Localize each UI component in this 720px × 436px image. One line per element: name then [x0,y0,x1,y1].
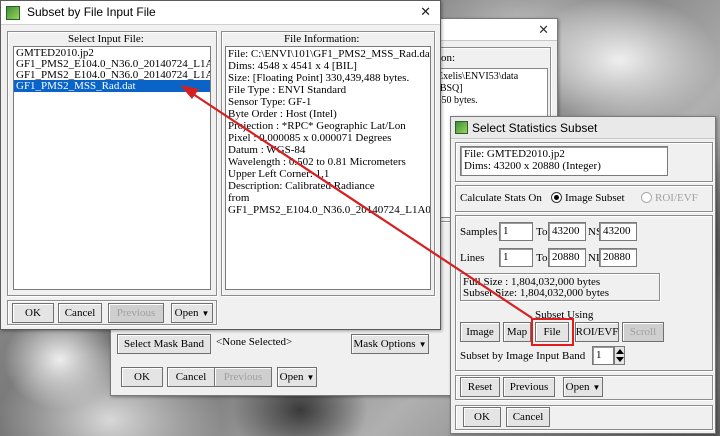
app-icon [455,121,468,134]
file-info-line: Upper Left Corner: 1,1 [228,168,330,180]
image-subset-label: Image Subset [565,192,625,204]
close-icon[interactable]: ✕ [420,4,431,20]
file-info-line: Sensor Type: GF-1 [228,96,312,108]
window-title: Select Statistics Subset [472,121,598,135]
stats-file-info: File: GMTED2010.jp2 Dims: 43200 x 20880 … [460,146,668,176]
file-info-line: Size: [Floating Point] 330,439,488 bytes… [228,72,410,84]
file-list-item-label: GF1_PMS2_MSS_Rad.dat [16,80,136,92]
subset-roi-button[interactable]: ROI/EVF [575,322,619,342]
previous-button[interactable]: Previous [108,303,164,323]
band-label: Subset by Image Input Band [460,350,586,362]
roi-evf-radio[interactable] [641,192,652,203]
ok-button[interactable]: OK [12,303,54,323]
reset-button[interactable]: Reset [460,377,500,397]
lines-to-input[interactable]: 20880 [548,248,586,267]
subset-size-text: Subset Size: 1,804,032,000 bytes [463,287,610,299]
file-info-line: GF1_PMS2_E104.0_N36.0_20140724_L1A000028… [228,204,431,216]
subset-image-button[interactable]: Image [460,322,500,342]
file-info-line: Datum : WGS-84 [228,144,306,156]
subset-map-button[interactable]: Map [503,322,531,342]
file-info-line: Projection : *RPC* Geographic Lat/Lon [228,120,406,132]
roi-evf-radio-label: ROI/EVF [655,192,698,204]
stats-titlebar: Select Statistics Subset [451,117,715,139]
open-label: Open [565,381,590,393]
file-info-line: Dims: 4548 x 4541 x 4 [BIL] [228,60,357,72]
back-open-button[interactable]: Open ▼ [277,367,317,387]
stats-file-line: File: GMTED2010.jp2 [464,148,565,160]
dropdown-arrow-icon: ▼ [201,308,210,318]
back-previous-button[interactable]: Previous [214,367,272,387]
select-input-panel: Select Input File: GMTED2010.jp2 GF1_PMS… [7,31,217,296]
file-button-highlight [531,318,574,346]
open-label: Open [174,307,199,319]
file-input-titlebar: Subset by File Input File ✕ [1,1,440,25]
file-list-item-selected[interactable]: GF1_PMS2_MSS_Rad.dat [14,80,210,92]
stats-subset-dialog: Select Statistics Subset File: GMTED2010… [450,116,716,434]
band-input[interactable]: 1 [592,346,614,365]
lines-label: Lines [460,252,485,264]
calc-stats-label: Calculate Stats On [460,192,542,204]
file-info-label: File Information: [284,33,360,45]
close-icon[interactable]: ✕ [538,22,549,38]
mask-band-value: <None Selected> [213,334,343,353]
file-input-dialog: Subset by File Input File ✕ Select Input… [0,0,441,330]
samples-label: Samples [460,226,498,238]
file-info-line: Pixel : 0.000085 x 0.000071 Degrees [228,132,392,144]
lines-nl-input[interactable]: 20880 [599,248,637,267]
stats-dims-line: Dims: 43200 x 20880 (Integer) [464,160,601,172]
radio-dot-icon [554,195,559,200]
samples-from-input[interactable]: 1 [499,222,533,241]
to-label: To [536,252,548,264]
file-information-panel: File Information: File: C:\ENVI\101\GF1_… [221,31,435,296]
samples-ns-input[interactable]: 43200 [599,222,637,241]
mask-options-label: Mask Options [353,338,416,350]
to-label: To [536,226,548,238]
spinner-up-icon[interactable] [616,349,624,354]
file-info-text: File: C:\ENVI\101\GF1_PMS2_MSS_Rad.dat D… [225,46,431,290]
open-button[interactable]: Open ▼ [563,377,603,397]
previous-button[interactable]: Previous [503,377,555,397]
samples-to-input[interactable]: 43200 [548,222,586,241]
file-info-line: File: C:\ENVI\101\GF1_PMS2_MSS_Rad.dat [228,48,431,60]
cancel-button[interactable]: Cancel [506,407,550,427]
lines-from-input[interactable]: 1 [499,248,533,267]
back-ok-button[interactable]: OK [121,367,163,387]
dropdown-arrow-icon: ▼ [306,372,315,382]
dropdown-arrow-icon: ▼ [592,382,601,392]
subset-scroll-button[interactable]: Scroll [622,322,664,342]
window-title: Subset by File Input File [27,5,156,19]
select-mask-band-button[interactable]: Select Mask Band [117,334,211,354]
image-subset-radio[interactable] [551,192,562,203]
open-button[interactable]: Open ▼ [171,303,213,323]
dropdown-arrow-icon: ▼ [418,339,427,349]
band-spinner[interactable] [614,346,625,365]
cancel-button[interactable]: Cancel [58,303,102,323]
mask-options-button[interactable]: Mask Options ▼ [351,334,429,354]
file-info-line: from [228,192,250,204]
select-input-label: Select Input File: [68,33,144,45]
ok-button[interactable]: OK [463,407,501,427]
file-list[interactable]: GMTED2010.jp2 GF1_PMS2_E104.0_N36.0_2014… [13,46,211,290]
file-info-line: Description: Calibrated Radiance [228,180,375,192]
file-info-line: Wavelength : 0.502 to 0.81 Micrometers [228,156,406,168]
spinner-down-icon[interactable] [616,357,624,362]
file-info-line: File Type : ENVI Standard [228,84,347,96]
back-open-label: Open [279,371,304,383]
back-info-line: : \Exelis\ENVI53\data [429,71,519,82]
file-info-line: Byte Order : Host (Intel) [228,108,337,120]
back-cancel-button[interactable]: Cancel [167,367,215,387]
app-icon [6,6,20,20]
